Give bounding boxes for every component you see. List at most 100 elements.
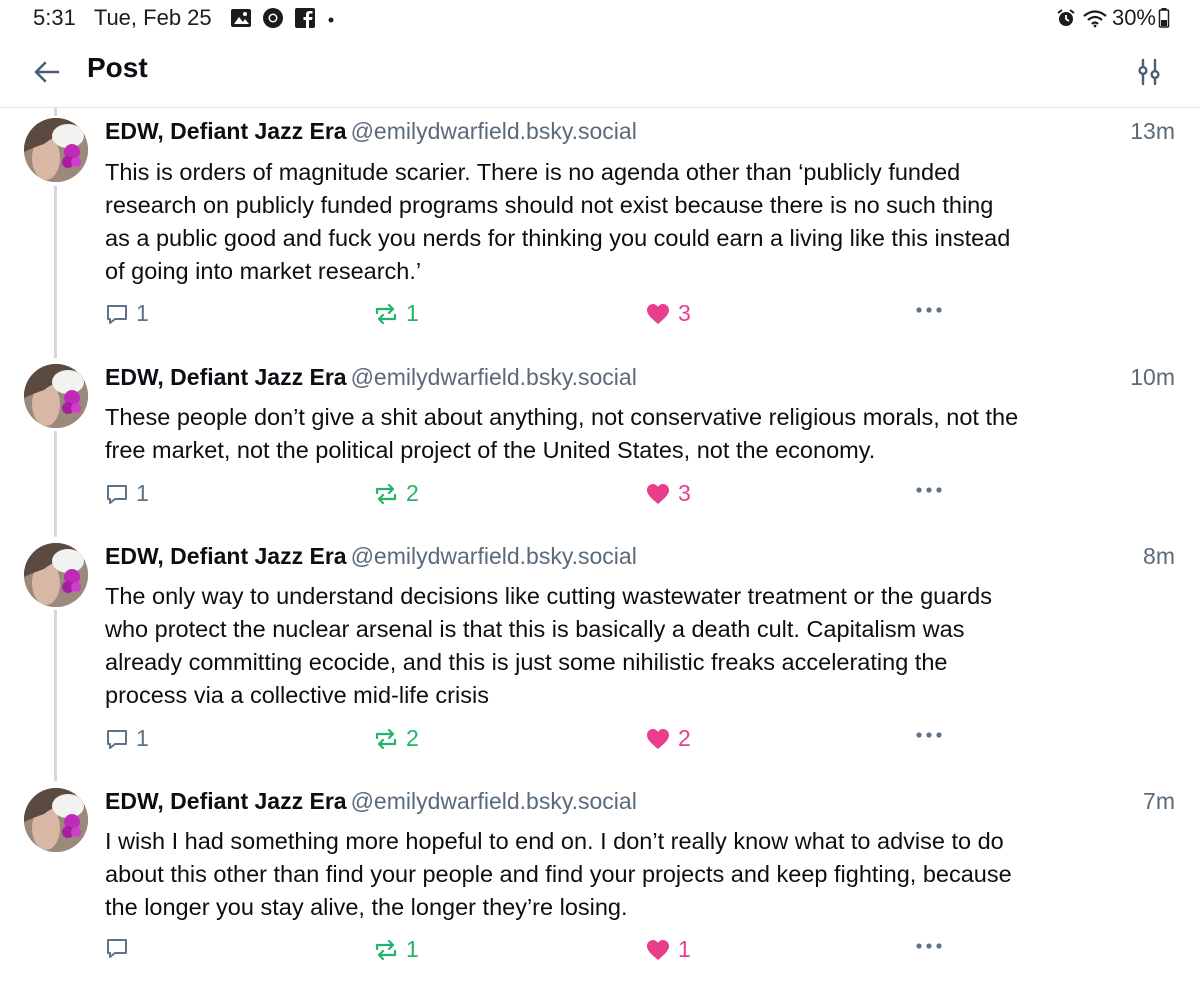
post-time[interactable]: 7m xyxy=(1143,788,1175,815)
repost-icon xyxy=(375,303,397,324)
post: EDW, Defiant Jazz Era @emilydwarfield.bsk… xyxy=(0,364,1200,524)
like-button[interactable]: 2 xyxy=(645,725,691,752)
facebook-icon xyxy=(294,7,316,29)
post-text-line: These people don’t give a shit about any… xyxy=(105,404,1019,430)
heart-filled-icon xyxy=(647,939,669,960)
more-options-button[interactable] xyxy=(915,731,943,739)
post-text[interactable]: The only way to understand decisions lik… xyxy=(105,580,1170,712)
avatar[interactable] xyxy=(24,118,88,182)
post: EDW, Defiant Jazz Era @emilydwarfield.bsk… xyxy=(0,118,1200,350)
post-text-line: about this other than find your people a… xyxy=(105,861,1012,887)
author-name[interactable]: EDW, Defiant Jazz Era xyxy=(105,543,347,569)
image-icon xyxy=(230,7,252,29)
thread-settings-button[interactable] xyxy=(1132,54,1166,90)
avatar[interactable] xyxy=(24,788,88,852)
post-header: EDW, Defiant Jazz Era @emilydwarfield.bsk… xyxy=(105,118,1175,148)
repost-icon xyxy=(375,728,397,749)
arrow-left-icon xyxy=(34,61,60,83)
repost-button[interactable]: 2 xyxy=(373,480,419,507)
wifi-icon xyxy=(1082,8,1108,28)
author-handle[interactable]: @emilydwarfield.bsky.social xyxy=(351,788,637,814)
post-text[interactable]: These people don’t give a shit about any… xyxy=(105,401,1170,467)
dot-icon xyxy=(326,7,336,29)
repost-icon xyxy=(375,939,397,960)
repost-count: 2 xyxy=(406,725,419,751)
post-actions: 1 2 3 xyxy=(105,480,965,510)
ellipsis-icon xyxy=(916,487,942,493)
back-button[interactable] xyxy=(28,54,64,90)
reply-count: 1 xyxy=(136,300,149,326)
repost-button[interactable]: 1 xyxy=(373,936,419,963)
author-name[interactable]: EDW, Defiant Jazz Era xyxy=(105,788,347,814)
more-options-button[interactable] xyxy=(915,486,943,494)
ellipsis-icon xyxy=(916,307,942,313)
post-text[interactable]: This is orders of magnitude scarier. The… xyxy=(105,156,1170,288)
author-handle[interactable]: @emilydwarfield.bsky.social xyxy=(351,364,637,390)
like-count: 1 xyxy=(678,936,691,962)
like-count: 2 xyxy=(678,725,691,751)
post-time[interactable]: 13m xyxy=(1130,118,1175,145)
author-handle[interactable]: @emilydwarfield.bsky.social xyxy=(351,543,637,569)
avatar[interactable] xyxy=(24,543,88,607)
battery-icon xyxy=(1158,7,1170,29)
post-actions: 1 1 xyxy=(105,936,965,966)
repost-button[interactable]: 2 xyxy=(373,725,419,752)
status-right: 30% xyxy=(1046,5,1170,31)
status-time: 5:31 xyxy=(33,5,76,30)
post-time[interactable]: 8m xyxy=(1143,543,1175,570)
repost-icon xyxy=(375,483,397,504)
reply-icon xyxy=(107,304,127,324)
sliders-icon xyxy=(1138,58,1160,86)
reply-icon xyxy=(107,729,127,749)
alarm-icon xyxy=(1056,8,1076,28)
reply-button[interactable]: 1 xyxy=(105,725,149,752)
like-button[interactable]: 1 xyxy=(645,936,691,963)
reply-count: 1 xyxy=(136,480,149,506)
post-text-line: of going into market research.’ xyxy=(105,258,422,284)
more-options-button[interactable] xyxy=(915,942,943,950)
post-header: EDW, Defiant Jazz Era @emilydwarfield.bsk… xyxy=(105,543,1175,573)
chrome-icon xyxy=(262,7,284,29)
avatar[interactable] xyxy=(24,364,88,428)
reply-icon xyxy=(107,484,127,504)
post-header: EDW, Defiant Jazz Era @emilydwarfield.bsk… xyxy=(105,788,1175,818)
post-text-line: research on publicly funded programs sho… xyxy=(105,192,994,218)
heart-filled-icon xyxy=(647,728,669,749)
app-header: Post xyxy=(0,38,1200,108)
reply-count: 1 xyxy=(136,725,149,751)
post-text-line: I wish I had something more hopeful to e… xyxy=(105,828,1004,854)
heart-filled-icon xyxy=(647,303,669,324)
post-text[interactable]: I wish I had something more hopeful to e… xyxy=(105,825,1170,924)
status-date: Tue, Feb 25 xyxy=(93,5,212,30)
post-header: EDW, Defiant Jazz Era @emilydwarfield.bsk… xyxy=(105,364,1175,394)
post-text-line: as a public good and fuck you nerds for … xyxy=(105,225,1011,251)
repost-count: 1 xyxy=(406,936,419,962)
post-text-line: free market, not the political project o… xyxy=(105,437,876,463)
repost-button[interactable]: 1 xyxy=(373,300,419,327)
more-options-button[interactable] xyxy=(915,306,943,314)
reply-icon xyxy=(107,939,127,958)
ellipsis-icon xyxy=(916,732,942,738)
post-actions: 1 1 3 xyxy=(105,300,965,330)
post-text-line: process via a collective mid-life crisis xyxy=(105,682,489,708)
post: EDW, Defiant Jazz Era @emilydwarfield.bsk… xyxy=(0,788,1200,980)
post-time[interactable]: 10m xyxy=(1130,364,1175,391)
post-actions: 1 2 2 xyxy=(105,725,965,755)
repost-count: 1 xyxy=(406,300,419,326)
author-name[interactable]: EDW, Defiant Jazz Era xyxy=(105,364,347,390)
ellipsis-icon xyxy=(916,943,942,949)
post-text-line: who protect the nuclear arsenal is that … xyxy=(105,616,965,642)
reply-button[interactable] xyxy=(105,936,136,960)
post-text-line: the longer you stay alive, the longer th… xyxy=(105,894,628,920)
author-handle[interactable]: @emilydwarfield.bsky.social xyxy=(351,118,637,144)
like-button[interactable]: 3 xyxy=(645,480,691,507)
like-button[interactable]: 3 xyxy=(645,300,691,327)
reply-button[interactable]: 1 xyxy=(105,480,149,507)
page-title: Post xyxy=(87,52,148,83)
thread-line xyxy=(54,108,57,116)
post-text-line: The only way to understand decisions lik… xyxy=(105,583,992,609)
post-text-line: This is orders of magnitude scarier. The… xyxy=(105,159,961,185)
author-name[interactable]: EDW, Defiant Jazz Era xyxy=(105,118,347,144)
reply-button[interactable]: 1 xyxy=(105,300,149,327)
status-bar: 5:31 Tue, Feb 25 30% xyxy=(0,0,1200,38)
